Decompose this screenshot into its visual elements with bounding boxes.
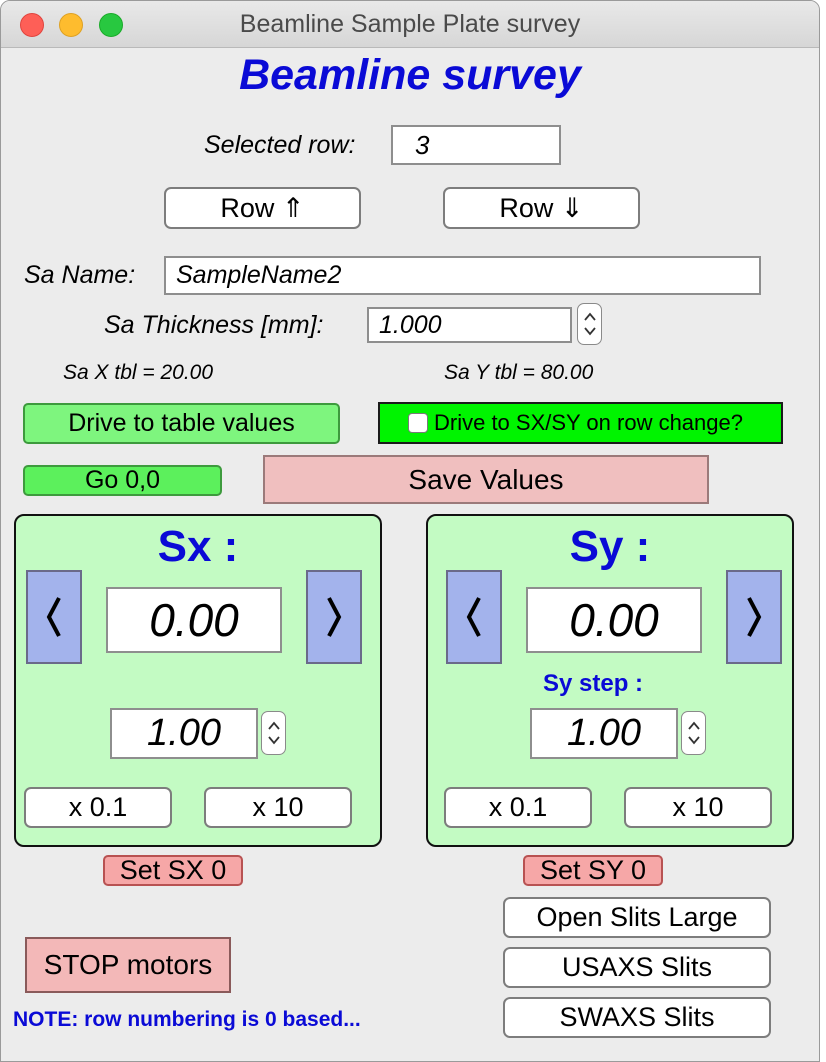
sy-step-label: Sy step : bbox=[542, 670, 644, 697]
swaxs-slits-button[interactable]: SWAXS Slits bbox=[503, 997, 771, 1038]
sy-decrease-button[interactable] bbox=[446, 570, 502, 664]
sx-step-field[interactable]: 1.00 bbox=[110, 708, 258, 759]
sa-y-tbl-readout: Sa Y tbl = 80.00 bbox=[444, 361, 594, 384]
sx-increase-button[interactable] bbox=[306, 570, 362, 664]
set-sx-zero-button[interactable]: Set SX 0 bbox=[103, 855, 243, 886]
sample-thickness-label: Sa Thickness [mm]: bbox=[104, 311, 324, 339]
drive-on-row-change-toggle[interactable]: Drive to SX/SY on row change? bbox=[378, 402, 783, 444]
sy-title: Sy : bbox=[569, 522, 651, 571]
stepper-arrows-icon bbox=[687, 721, 700, 745]
save-values-button[interactable]: Save Values bbox=[263, 455, 709, 504]
thickness-stepper[interactable] bbox=[577, 303, 602, 345]
sx-position-field[interactable]: 0.00 bbox=[106, 587, 282, 653]
sx-step-stepper[interactable] bbox=[261, 711, 286, 755]
sy-step-field[interactable]: 1.00 bbox=[530, 708, 678, 759]
app-window: Beamline Sample Plate survey Beamline su… bbox=[0, 0, 820, 1062]
row-up-button[interactable]: Row ⇑ bbox=[164, 187, 361, 229]
sy-step-stepper[interactable] bbox=[681, 711, 706, 755]
stepper-arrows-icon bbox=[267, 721, 280, 745]
chevron-left-icon bbox=[46, 597, 61, 637]
open-slits-large-button[interactable]: Open Slits Large bbox=[503, 897, 771, 938]
title-bar[interactable]: Beamline Sample Plate survey bbox=[1, 1, 819, 48]
drive-to-table-values-button[interactable]: Drive to table values bbox=[23, 403, 340, 444]
sa-x-tbl-readout: Sa X tbl = 20.00 bbox=[63, 361, 214, 384]
selected-row-field[interactable]: 3 bbox=[391, 125, 561, 165]
set-sy-zero-button[interactable]: Set SY 0 bbox=[523, 855, 663, 886]
sy-increase-button[interactable] bbox=[726, 570, 782, 664]
stop-motors-button[interactable]: STOP motors bbox=[25, 937, 231, 993]
row-down-button[interactable]: Row ⇓ bbox=[443, 187, 640, 229]
stepper-arrows-icon bbox=[583, 312, 596, 336]
sample-name-field[interactable]: SampleName2 bbox=[164, 256, 761, 295]
go-zero-button[interactable]: Go 0,0 bbox=[23, 465, 222, 496]
sample-thickness-field[interactable]: 1.000 bbox=[367, 307, 572, 343]
chevron-left-icon bbox=[466, 597, 481, 637]
sy-step-x10-button[interactable]: x 10 bbox=[624, 787, 772, 828]
selected-row-label: Selected row: bbox=[204, 131, 356, 159]
sx-step-x0.1-button[interactable]: x 0.1 bbox=[24, 787, 172, 828]
drive-on-row-change-label: Drive to SX/SY on row change? bbox=[434, 410, 743, 435]
sy-step-x0.1-button[interactable]: x 0.1 bbox=[444, 787, 592, 828]
window-title: Beamline Sample Plate survey bbox=[239, 10, 581, 38]
sy-panel: Sy : 0.00 Sy step : 1.00 x 0.1 x 10 bbox=[426, 514, 794, 847]
chevron-right-icon bbox=[747, 597, 762, 637]
chevron-right-icon bbox=[327, 597, 342, 637]
drive-on-row-change-checkbox[interactable] bbox=[408, 413, 428, 433]
sx-step-x10-button[interactable]: x 10 bbox=[204, 787, 352, 828]
sample-name-label: Sa Name: bbox=[24, 261, 136, 289]
row-numbering-note: NOTE: row numbering is 0 based... bbox=[13, 1008, 361, 1031]
page-title: Beamline survey bbox=[239, 51, 581, 99]
sx-panel: Sx : 0.00 1.00 x 0.1 x 10 bbox=[14, 514, 382, 847]
usaxs-slits-button[interactable]: USAXS Slits bbox=[503, 947, 771, 988]
sx-decrease-button[interactable] bbox=[26, 570, 82, 664]
sx-title: Sx : bbox=[157, 522, 239, 571]
sy-position-field[interactable]: 0.00 bbox=[526, 587, 702, 653]
